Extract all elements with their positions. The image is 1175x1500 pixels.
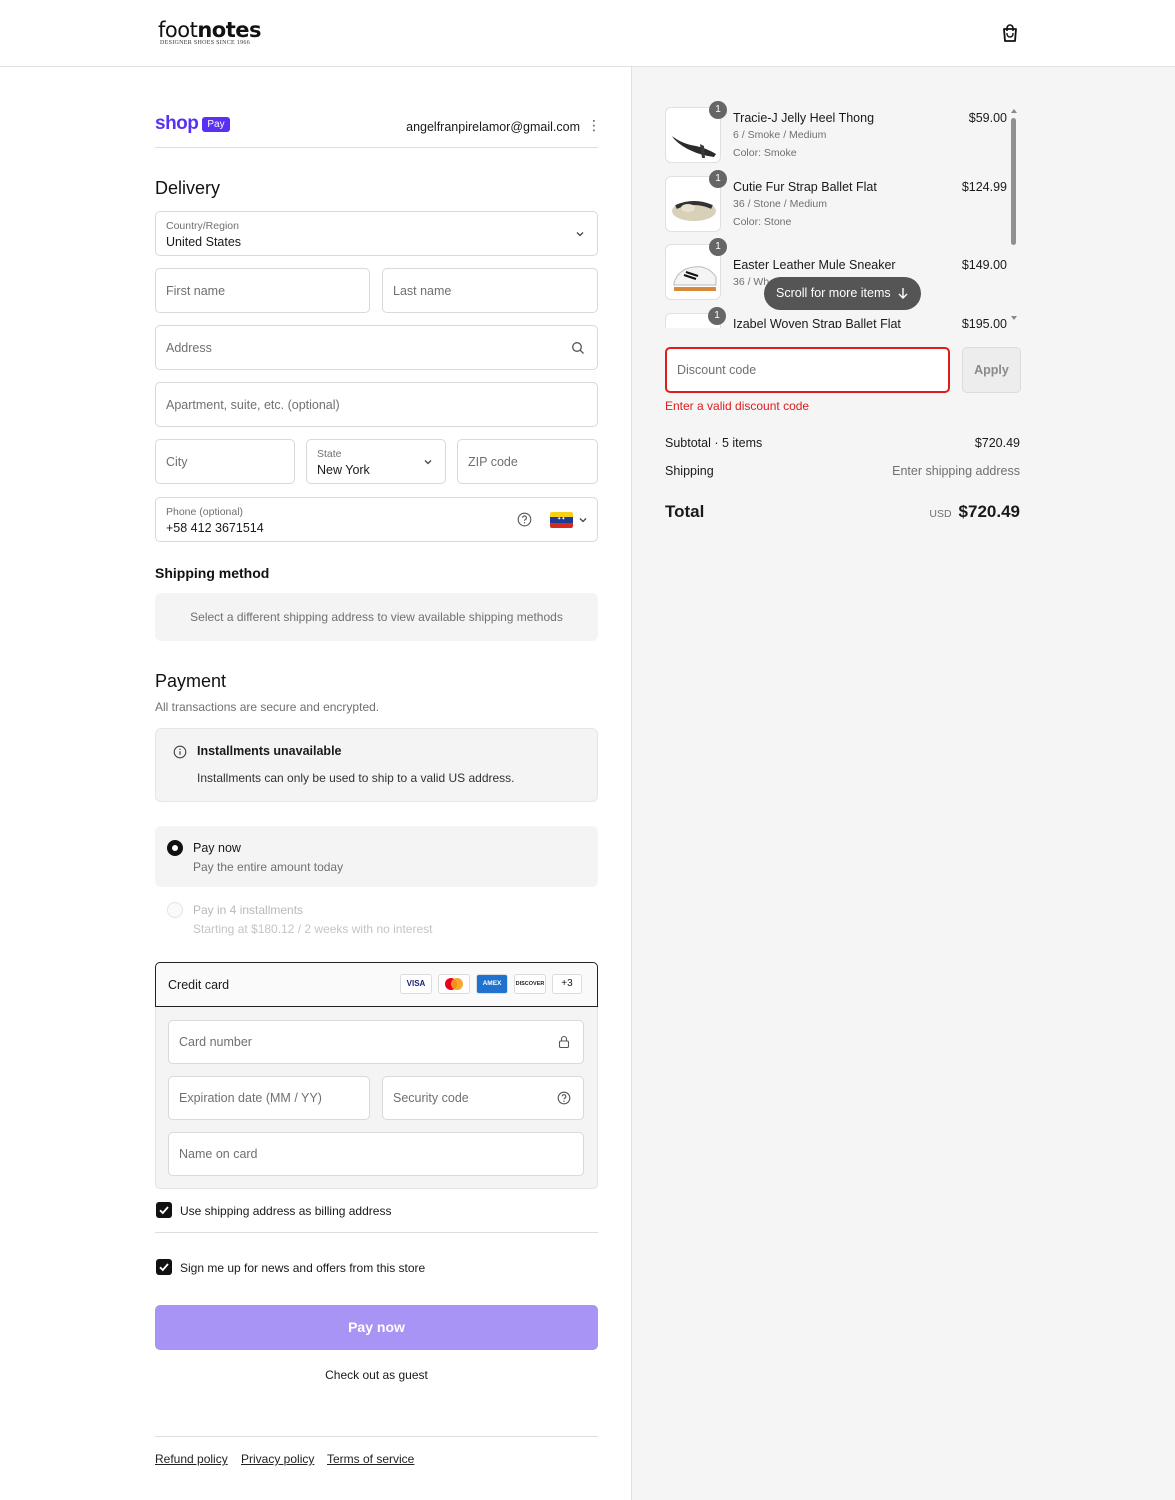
security-code-field[interactable]: Security code	[382, 1076, 584, 1120]
pay-now-button[interactable]: Pay now	[155, 1305, 598, 1350]
last-name-field[interactable]: Last name	[382, 268, 598, 313]
shipping-value: Enter shipping address	[892, 464, 1020, 478]
delivery-heading: Delivery	[155, 178, 221, 198]
discount-code-field[interactable]: Discount code	[665, 347, 950, 393]
item-price: $195.00	[961, 317, 1007, 328]
pay-installments-label: Pay in 4 installments	[193, 903, 304, 917]
chevron-down-icon	[424, 459, 432, 464]
item-color: Color: Smoke	[733, 147, 797, 159]
item-price: $59.00	[968, 111, 1007, 125]
card-number-field[interactable]: Card number	[168, 1020, 584, 1064]
expiry-field[interactable]: Expiration date (MM / YY)	[168, 1076, 370, 1120]
qty-badge: 1	[708, 307, 726, 325]
item-price: $124.99	[961, 180, 1007, 194]
divider	[155, 1436, 598, 1437]
lock-icon	[558, 1035, 570, 1049]
chevron-down-icon[interactable]	[578, 515, 588, 525]
total-amount: USD $720.49	[929, 502, 1020, 522]
pay-installments-radio[interactable]	[167, 902, 183, 918]
installments-notice: Installments unavailable Installments ca…	[155, 728, 598, 802]
name-on-card-field[interactable]: Name on card	[168, 1132, 584, 1176]
subtotal-label: Subtotal · 5 items	[665, 436, 763, 450]
item-variant: 36 / Stone / Medium	[733, 198, 827, 210]
subtotal-value: $720.49	[974, 436, 1020, 450]
item-name: Easter Leather Mule Sneaker	[733, 258, 896, 272]
shipping-method-notice: Select a different shipping address to v…	[155, 593, 598, 641]
total-label: Total	[665, 502, 705, 521]
refund-policy-link[interactable]: Refund policy	[155, 1452, 228, 1466]
visa-icon: VISA	[400, 974, 432, 994]
pay-now-radio[interactable]	[167, 840, 183, 856]
discover-icon: DISCOVER	[514, 974, 546, 994]
state-select[interactable]: State New York	[306, 439, 446, 484]
shipping-label: Shipping	[665, 464, 714, 478]
venezuela-flag-icon[interactable]: ✦✦	[550, 512, 573, 528]
chevron-down-icon	[576, 231, 584, 236]
payment-subtitle: All transactions are secure and encrypte…	[155, 700, 380, 714]
newsletter-label: Sign me up for news and offers from this…	[180, 1261, 426, 1275]
item-name: Cutie Fur Strap Ballet Flat	[733, 180, 877, 194]
more-cards-badge: +3	[552, 974, 582, 994]
newsletter-checkbox[interactable]	[156, 1259, 172, 1275]
item-color: Color: Stone	[733, 216, 792, 228]
account-menu-icon[interactable]: ⋮	[587, 117, 601, 133]
address-field[interactable]: Address	[155, 325, 598, 370]
terms-of-service-link[interactable]: Terms of service	[327, 1452, 414, 1466]
qty-badge: 1	[709, 101, 727, 119]
account-email: angelfranpirelamor@gmail.com	[406, 120, 580, 134]
scrollbar-thumb[interactable]	[1011, 118, 1016, 245]
item-variant: 36 / Wh	[733, 276, 770, 288]
help-icon[interactable]	[557, 1091, 571, 1105]
city-field[interactable]: City	[155, 439, 295, 484]
mastercard-icon	[438, 974, 470, 994]
help-icon[interactable]	[517, 512, 532, 527]
zip-field[interactable]: ZIP code	[457, 439, 598, 484]
country-select[interactable]: Country/Region United States	[155, 211, 598, 256]
store-logo[interactable]: footnotes DESIGNER SHOES SINCE 1966	[158, 18, 261, 46]
pay-now-option[interactable]: Pay now Pay the entire amount today	[155, 826, 598, 887]
divider	[155, 1232, 598, 1233]
site-header: footnotes DESIGNER SHOES SINCE 1966	[0, 0, 1175, 67]
scroll-more-items-button[interactable]: Scroll for more items	[764, 277, 921, 310]
search-icon	[572, 341, 584, 354]
qty-badge: 1	[709, 170, 727, 188]
guest-checkout-link[interactable]: Check out as guest	[155, 1368, 598, 1382]
billing-same-checkbox[interactable]	[156, 1202, 172, 1218]
item-price: $149.00	[961, 258, 1007, 272]
scroll-down-arrow-icon[interactable]	[1010, 314, 1018, 322]
first-name-field[interactable]: First name	[155, 268, 370, 313]
apartment-field[interactable]: Apartment, suite, etc. (optional)	[155, 382, 598, 427]
divider	[155, 147, 598, 148]
billing-same-label: Use shipping address as billing address	[180, 1204, 392, 1218]
arrow-down-icon	[898, 288, 908, 299]
item-name: Tracie-J Jelly Heel Thong	[733, 111, 875, 125]
apply-discount-button[interactable]: Apply	[962, 347, 1021, 393]
scroll-up-arrow-icon[interactable]	[1010, 107, 1018, 115]
info-icon	[173, 745, 187, 759]
shopping-bag-icon[interactable]	[999, 22, 1021, 44]
item-variant: 6 / Smoke / Medium	[733, 129, 827, 141]
item-name: Izabel Woven Strap Ballet Flat	[733, 317, 901, 328]
currency-code: USD	[929, 508, 952, 520]
total-value: $720.49	[958, 502, 1020, 521]
phone-field[interactable]: Phone (optional) +58 412 3671514 ✦✦	[155, 497, 598, 542]
amex-icon: AMEX	[476, 974, 508, 994]
shop-pay-logo: shop Pay	[155, 113, 230, 135]
qty-badge: 1	[709, 238, 727, 256]
shipping-method-heading: Shipping method	[155, 565, 270, 581]
pay-installments-sub: Starting at $180.12 / 2 weeks with no in…	[193, 922, 433, 936]
privacy-policy-link[interactable]: Privacy policy	[241, 1452, 314, 1466]
payment-heading: Payment	[155, 671, 227, 691]
discount-error: Enter a valid discount code	[665, 399, 810, 413]
